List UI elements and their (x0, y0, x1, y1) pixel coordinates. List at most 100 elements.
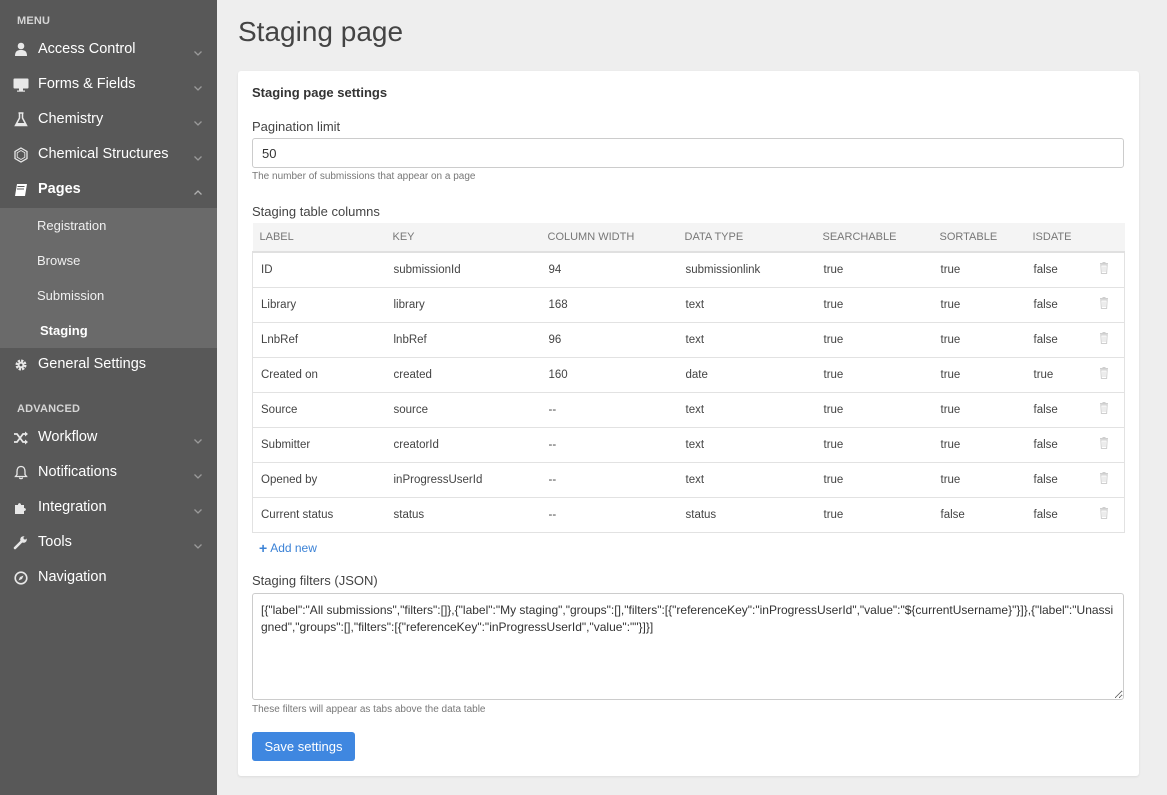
hexagon-icon (12, 146, 29, 163)
trash-icon[interactable] (1099, 402, 1109, 417)
trash-icon[interactable] (1099, 297, 1109, 312)
table-cell: Source (252, 391, 386, 428)
chevron-up-icon (193, 185, 203, 195)
sidebar-item-label: Chemistry (38, 111, 104, 127)
sidebar-subitem-staging[interactable]: Staging (0, 313, 217, 348)
chevron-down-icon (193, 503, 203, 514)
sidebar-item-chemical-structures[interactable]: Chemical Structures (0, 137, 217, 172)
chevron-down-icon (193, 80, 203, 91)
table-cell: source (385, 391, 541, 428)
table-cell: false (1025, 426, 1084, 463)
sidebar-item-forms-fields[interactable]: Forms & Fields (0, 67, 217, 102)
table-cell: created (385, 356, 541, 393)
pagination-help: The number of submissions that appear on… (252, 171, 476, 182)
table-cell: -- (540, 391, 678, 428)
table-cell: false (1025, 461, 1084, 498)
sidebar-item-tools[interactable]: Tools (0, 525, 217, 560)
book-icon (12, 181, 29, 198)
table-cell: true (932, 251, 1026, 288)
save-settings-button[interactable]: Save settings (252, 732, 355, 761)
table-row: ID submissionId 94 submissionlink true true fa… (252, 251, 1125, 288)
table-cell: status (385, 496, 541, 533)
table-header-row: LABEL KEY COLUMN WIDTH DATA TYPE SEARCHA… (252, 223, 1125, 253)
sidebar-item-workflow[interactable]: Workflow (0, 420, 217, 455)
sidebar-item-chemistry[interactable]: Chemistry (0, 102, 217, 137)
sidebar-subitem-registration[interactable]: Registration (0, 208, 217, 243)
pagination-input[interactable] (252, 138, 1124, 168)
sidebar-item-access-control[interactable]: Access Control (0, 32, 217, 67)
table-cell: text (677, 461, 816, 498)
table-cell: submissionlink (677, 251, 816, 288)
table-cell: true (932, 321, 1026, 358)
table-cell: text (677, 391, 816, 428)
sidebar-item-pages[interactable]: Pages (0, 172, 217, 207)
column-header: ISDATE (1025, 223, 1084, 253)
table-cell: true (815, 356, 933, 393)
sidebar-item-integration[interactable]: Integration (0, 490, 217, 525)
sidebar-item-label: Integration (38, 499, 107, 515)
table-cell: 168 (540, 286, 678, 323)
column-header: SORTABLE (932, 223, 1026, 253)
table-cell: 160 (540, 356, 678, 393)
table-cell: false (932, 496, 1026, 533)
row-actions-cell (1083, 286, 1125, 323)
bell-icon (12, 464, 29, 481)
table-cell: true (932, 461, 1026, 498)
table-cell: 96 (540, 321, 678, 358)
sidebar-item-label: Tools (38, 534, 72, 550)
sidebar-subitem-submission[interactable]: Submission (0, 278, 217, 313)
table-cell: true (815, 251, 933, 288)
trash-icon[interactable] (1099, 437, 1109, 452)
table-cell: true (815, 426, 933, 463)
sidebar-item-general-settings[interactable]: General Settings (0, 347, 217, 382)
trash-icon[interactable] (1099, 472, 1109, 487)
row-actions-cell (1083, 356, 1125, 393)
trash-icon[interactable] (1099, 367, 1109, 382)
table-cell: true (932, 356, 1026, 393)
table-cell: false (1025, 251, 1084, 288)
filters-help: These filters will appear as tabs above … (252, 704, 486, 715)
table-cell: status (677, 496, 816, 533)
sidebar-item-label: Pages (38, 181, 81, 197)
sidebar-item-label: Chemical Structures (38, 146, 169, 162)
column-header-actions (1083, 223, 1125, 253)
sidebar-item-label: Workflow (38, 429, 98, 445)
card-title: Staging page settings (252, 85, 388, 100)
sidebar-item-label: Forms & Fields (38, 76, 136, 92)
table-cell: true (1025, 356, 1084, 393)
sidebar-item-notifications[interactable]: Notifications (0, 455, 217, 490)
sidebar-item-label: Access Control (38, 41, 136, 57)
table-cell: true (932, 286, 1026, 323)
table-cell: true (932, 391, 1026, 428)
row-actions-cell (1083, 461, 1125, 498)
sidebar-item-label: Navigation (38, 569, 107, 585)
chevron-down-icon (193, 538, 203, 549)
table-cell: true (815, 461, 933, 498)
sidebar-item-navigation[interactable]: Navigation (0, 560, 217, 595)
trash-icon[interactable] (1099, 332, 1109, 347)
table-cell: 94 (540, 251, 678, 288)
add-new-column-button[interactable]: + Add new (259, 540, 317, 556)
table-cell: Created on (252, 356, 386, 393)
trash-icon[interactable] (1099, 507, 1109, 522)
table-cell: LnbRef (252, 321, 386, 358)
table-cell: false (1025, 286, 1084, 323)
chevron-down-icon (193, 150, 203, 161)
table-cell: lnbRef (385, 321, 541, 358)
sidebar-subitem-browse[interactable]: Browse (0, 243, 217, 278)
table-cell: -- (540, 461, 678, 498)
column-header: COLUMN WIDTH (540, 223, 678, 253)
columns-label: Staging table columns (252, 204, 380, 219)
sidebar-subitem-label: Registration (37, 218, 107, 233)
table-row: LnbRef lnbRef 96 text true true false (252, 321, 1125, 358)
filters-json-textarea[interactable]: [{"label":"All submissions","filters":[]… (252, 593, 1124, 700)
table-cell: -- (540, 426, 678, 463)
table-row: Current status status -- status true false fal… (252, 496, 1125, 533)
page-title: Staging page (238, 16, 404, 47)
gear-icon (12, 356, 29, 373)
trash-icon[interactable] (1099, 262, 1109, 277)
sidebar-subitem-label: Submission (37, 288, 105, 303)
add-new-label: Add new (270, 541, 317, 555)
column-header: KEY (385, 223, 541, 253)
table-cell: text (677, 321, 816, 358)
